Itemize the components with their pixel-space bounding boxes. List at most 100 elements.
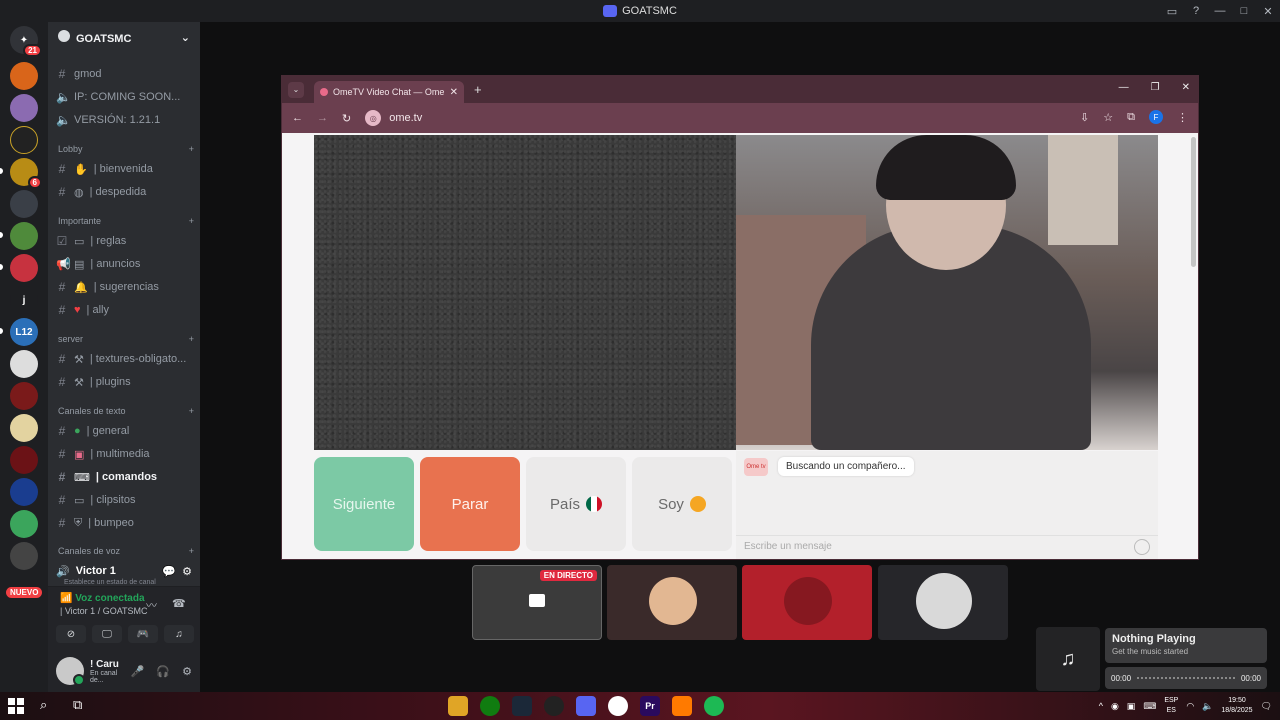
plus-icon[interactable]: + [189, 334, 194, 348]
participant-tile[interactable] [607, 565, 737, 640]
channel-clipsitos[interactable]: # ▭ | clipsitos [56, 490, 196, 510]
search-icon[interactable]: ⌕ [40, 697, 47, 713]
camera-off-button[interactable]: ⊘ [56, 625, 86, 643]
stream-tile[interactable]: EN DIRECTO [472, 565, 602, 640]
plus-icon[interactable]: + [189, 144, 194, 158]
activity-button[interactable]: 🎮 [128, 625, 158, 643]
emoji-icon[interactable] [1134, 538, 1150, 555]
notification-icon[interactable]: 🗨 [1261, 701, 1272, 712]
category-server[interactable]: server + [58, 334, 194, 348]
noise-suppression-icon[interactable]: 〰 [146, 597, 157, 613]
stop-button[interactable]: Parar [420, 457, 520, 551]
steam-icon[interactable] [512, 696, 532, 716]
chat-bubble-icon[interactable]: 💬 [162, 565, 176, 578]
address-bar[interactable]: ◎ ome.tv [365, 110, 422, 126]
tray-app-icon[interactable]: ◉ [1111, 701, 1119, 712]
channel-gmod[interactable]: # gmod [56, 64, 196, 84]
voice-location[interactable]: | Victor 1 / GOATSMC [60, 606, 148, 616]
volume-icon[interactable]: 🔈 [1202, 701, 1213, 712]
category-importante[interactable]: Importante + [58, 216, 194, 230]
channel-sugerencias[interactable]: # 🔔 | sugerencias [56, 277, 196, 297]
channel-version[interactable]: 🔈 VERSIÓN: 1.21.1 [56, 110, 196, 130]
screen-share-button[interactable]: 🖵 [92, 625, 122, 643]
profile-avatar[interactable]: F [1149, 110, 1163, 124]
reload-icon[interactable]: ↻ [342, 112, 351, 125]
keyboard-icon[interactable]: ⌨ [1143, 701, 1156, 712]
tab-search-icon[interactable]: ⌄ [288, 81, 304, 98]
gender-button[interactable]: Soy [632, 457, 732, 551]
music-note-icon[interactable]: ♫ [1036, 627, 1100, 691]
channel-bumpeo[interactable]: # ⛨ | bumpeo [56, 513, 196, 533]
channel-multimedia[interactable]: # ▣ | multimedia [56, 444, 196, 464]
server-icon[interactable] [10, 350, 38, 378]
channel-anuncios[interactable]: 📢 ▤ | anuncios [56, 254, 196, 274]
obs-icon[interactable] [544, 696, 564, 716]
soundboard-button[interactable]: ♫ [164, 625, 194, 643]
participant-tile[interactable] [878, 565, 1008, 640]
channel-despedida[interactable]: # ◍ | despedida [56, 182, 196, 202]
channel-ally[interactable]: # ♥ | ally [56, 300, 196, 320]
home-button[interactable]: ✦ 21 [10, 26, 42, 57]
server-icon[interactable]: L12 [10, 318, 38, 346]
country-button[interactable]: País [526, 457, 626, 551]
channel-reglas[interactable]: ☑ ▭ | reglas [56, 231, 196, 251]
channel-ip[interactable]: 🔈 IP: COMING SOON... [56, 87, 196, 107]
minimize-button[interactable]: — [1119, 82, 1129, 93]
channel-comandos[interactable]: # ⌨ | comandos [56, 467, 196, 487]
tab-close-icon[interactable]: ✕ [450, 87, 458, 98]
category-lobby[interactable]: Lobby + [58, 144, 194, 158]
server-icon[interactable]: j [10, 286, 38, 314]
server-icon[interactable] [10, 542, 38, 570]
server-icon[interactable] [10, 414, 38, 442]
premiere-icon[interactable]: Pr [640, 696, 660, 716]
voice-status-hint[interactable]: Establece un estado de canal [64, 579, 156, 586]
close-button[interactable]: ✕ [1182, 82, 1190, 93]
message-input[interactable]: Escribe un mensaje [736, 535, 1158, 557]
help-icon[interactable]: ? [1184, 5, 1208, 17]
bookmark-star-icon[interactable]: ☆ [1103, 111, 1113, 124]
server-icon[interactable] [10, 446, 38, 474]
inbox-icon[interactable]: ▭ [1160, 5, 1184, 18]
gear-icon[interactable]: ⚙ [182, 665, 192, 678]
progress-track[interactable] [1137, 677, 1235, 679]
plus-icon[interactable]: + [189, 216, 194, 230]
channel-textures[interactable]: # ⚒ | textures-obligato... [56, 349, 196, 369]
clock[interactable]: 19:50 18/8/2025 [1221, 696, 1252, 716]
server-icon[interactable] [10, 254, 38, 282]
user-info[interactable]: ! Caru En canal de... [90, 659, 125, 684]
channel-plugins[interactable]: # ⚒ | plugins [56, 372, 196, 392]
server-icon[interactable] [10, 94, 38, 122]
server-icon[interactable] [10, 190, 38, 218]
chrome-icon[interactable] [608, 696, 628, 716]
windows-start-icon[interactable] [8, 698, 24, 714]
participant-tile[interactable] [742, 565, 872, 640]
guild-header[interactable]: GOATSMC ⌄ [48, 22, 200, 52]
category-voz[interactable]: Canales de voz + [58, 546, 194, 560]
new-tab-icon[interactable]: + [474, 82, 482, 97]
back-icon[interactable]: ← [292, 112, 303, 124]
next-button[interactable]: Siguiente [314, 457, 414, 551]
microphone-icon[interactable]: 🎤 [131, 665, 145, 678]
minimize-button[interactable]: — [1208, 5, 1232, 17]
channel-general[interactable]: # ● | general [56, 421, 196, 441]
headphones-icon[interactable]: 🎧 [156, 665, 170, 678]
gear-icon[interactable]: ⚙ [182, 565, 192, 578]
plus-icon[interactable]: + [189, 546, 194, 560]
xbox-icon[interactable] [480, 696, 500, 716]
category-texto[interactable]: Canales de texto + [58, 406, 194, 420]
server-icon[interactable] [10, 382, 38, 410]
chevron-up-icon[interactable]: ^ [1099, 701, 1103, 711]
tray-app-icon[interactable]: ▣ [1127, 701, 1136, 712]
browser-tab[interactable]: OmeTV Video Chat — Ome ✕ [314, 81, 464, 103]
restore-button[interactable]: ❐ [1151, 82, 1160, 93]
server-icon[interactable]: 6 [10, 158, 42, 189]
server-icon[interactable] [10, 222, 38, 250]
install-app-icon[interactable]: ⇩ [1080, 111, 1089, 124]
server-icon[interactable] [10, 510, 38, 538]
forward-icon[interactable]: → [317, 112, 328, 124]
maximize-button[interactable]: □ [1232, 5, 1256, 17]
extensions-icon[interactable]: ⧉ [1127, 111, 1135, 124]
spotify-icon[interactable] [704, 696, 724, 716]
server-icon[interactable] [10, 478, 38, 506]
close-button[interactable]: ✕ [1256, 5, 1280, 18]
